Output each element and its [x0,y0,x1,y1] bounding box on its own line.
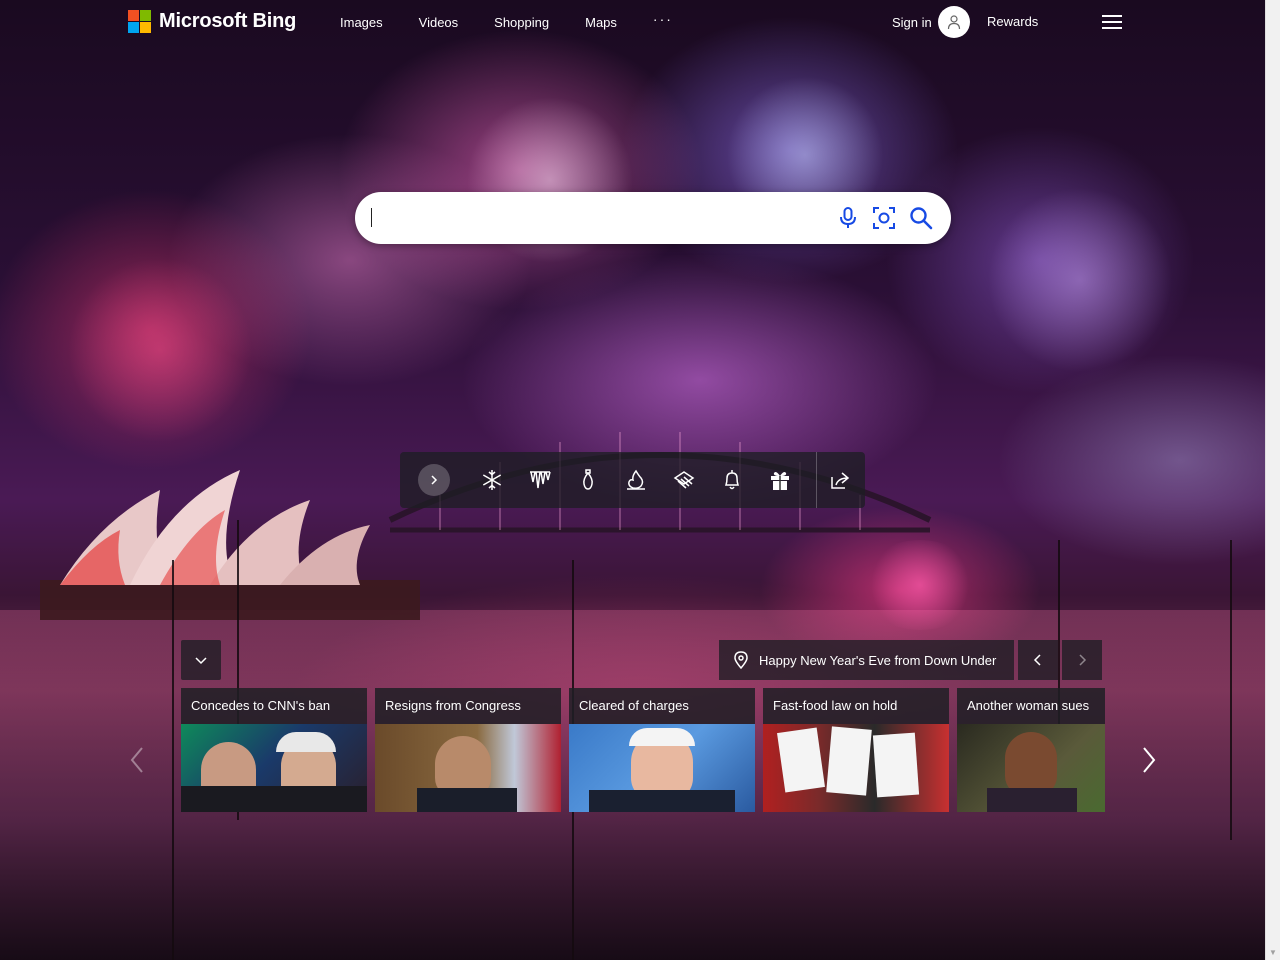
nav-shopping[interactable]: Shopping [494,15,549,30]
scarf-icon[interactable] [672,468,696,492]
nav-videos[interactable]: Videos [419,15,459,30]
boat-mast [172,560,174,960]
microphone-icon[interactable] [835,205,861,231]
fire-icon[interactable] [624,468,648,492]
news-card-image [181,724,367,812]
news-card-title: Concedes to CNN's ban [181,688,367,724]
nav-more[interactable]: ··· [653,11,673,30]
scroll-down-icon[interactable]: ▼ [1269,948,1277,957]
share-icon[interactable] [828,468,852,492]
bing-logo[interactable]: Microsoft Bing [128,10,296,33]
news-card[interactable]: Concedes to CNN's ban [181,688,367,812]
next-image-button[interactable] [1062,640,1102,680]
firework-burst [860,540,980,630]
news-carousel: Concedes to CNN's ban Resigns from Congr… [181,688,1105,812]
search-icon[interactable] [908,205,934,231]
news-card[interactable]: Cleared of charges [569,688,755,812]
news-card-title: Cleared of charges [569,688,755,724]
search-input[interactable] [371,206,821,230]
chevron-right-icon [431,475,438,485]
toolbar-divider [816,452,817,508]
sign-in-button[interactable]: Sign in [892,6,970,38]
text-caret [371,208,372,227]
news-card-title: Another woman sues [957,688,1105,724]
top-nav: Images Videos Shopping Maps ··· [340,11,709,30]
news-card-image [957,724,1105,812]
hamburger-menu-icon[interactable] [1102,15,1122,33]
brand-name: Microsoft Bing [159,10,297,32]
news-card-title: Fast-food law on hold [763,688,949,724]
news-card[interactable]: Another woman sues [957,688,1105,812]
chevron-right-icon [1079,654,1087,666]
location-pin-icon [734,651,748,669]
news-card-image [375,724,561,812]
news-card[interactable]: Resigns from Congress [375,688,561,812]
lightbulb-icon[interactable] [576,468,600,492]
user-icon [947,15,960,30]
news-card[interactable]: Fast-food law on hold [763,688,949,812]
chevron-down-icon [195,657,207,665]
snowflake-icon[interactable] [480,468,504,492]
news-card-title: Resigns from Congress [375,688,561,724]
visual-search-icon[interactable] [871,205,897,231]
image-toolbar [400,452,865,508]
boat-mast [1230,540,1232,840]
image-info-button[interactable]: Happy New Year's Eve from Down Under [719,640,1014,680]
opera-house [40,470,420,620]
bell-icon[interactable] [720,468,744,492]
search-box[interactable] [355,192,951,244]
carousel-left-arrow-icon[interactable] [122,744,152,776]
image-title: Happy New Year's Eve from Down Under [759,652,997,668]
gift-icon[interactable] [768,468,792,492]
carousel-right-arrow-icon[interactable] [1134,744,1164,776]
rewards-link[interactable]: Rewards [987,14,1038,29]
page-scrollbar[interactable]: ▼ [1265,0,1280,960]
chevron-left-icon [1033,654,1041,666]
icicles-icon[interactable] [528,468,552,492]
news-card-image [763,724,949,812]
previous-image-button[interactable] [1018,640,1058,680]
nav-maps[interactable]: Maps [585,15,617,30]
toolbar-next-button[interactable] [418,464,450,496]
sign-in-label: Sign in [892,14,932,30]
news-card-image [569,724,755,812]
avatar[interactable] [937,6,970,38]
collapse-news-button[interactable] [181,640,221,680]
microsoft-logo-icon [128,10,151,33]
top-header: Microsoft Bing Images Videos Shopping Ma… [0,0,1265,46]
nav-images[interactable]: Images [340,15,383,30]
firework-burst [980,180,1180,380]
firework-burst [60,250,260,450]
